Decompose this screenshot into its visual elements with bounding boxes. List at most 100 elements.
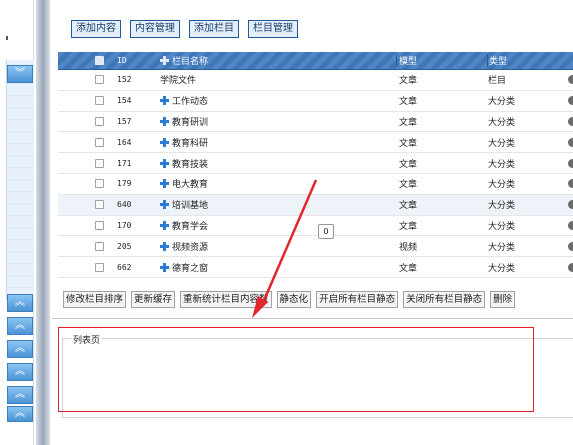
tab-add-column[interactable]: 添加栏目 <box>189 20 239 38</box>
tab-column-manage[interactable]: 栏目管理 <box>248 20 298 38</box>
row-id: 171 <box>117 158 132 168</box>
row-name[interactable]: 培训基地 <box>172 198 208 211</box>
expand-plus-icon[interactable] <box>160 200 169 210</box>
table-row[interactable]: 171 教育技装 文章 大分类 <box>58 153 573 174</box>
chevron-up-icon[interactable]: ︽ <box>7 317 33 335</box>
row-name[interactable]: 学院文件 <box>160 73 196 86</box>
table-row[interactable]: 640 培训基地 文章 大分类 <box>58 194 573 216</box>
nav-menu-row[interactable] <box>7 228 34 240</box>
row-checkbox[interactable] <box>94 137 104 147</box>
row-action-icon[interactable] <box>568 241 573 251</box>
nav-menu-row[interactable] <box>7 240 34 252</box>
row-name[interactable]: 教育研训 <box>172 115 208 128</box>
chevron-up-icon[interactable]: ︽ <box>7 386 33 404</box>
delete-button[interactable]: 删除 <box>490 291 516 308</box>
row-action-icon[interactable] <box>568 137 573 147</box>
expand-plus-icon[interactable] <box>160 262 169 272</box>
section-divider <box>52 318 573 319</box>
chevron-up-icon[interactable]: ︽ <box>7 340 33 358</box>
row-id: 662 <box>117 262 132 272</box>
nav-menu-row[interactable] <box>7 108 34 120</box>
row-action-icon[interactable] <box>568 75 573 85</box>
panel-splitter[interactable] <box>36 0 50 445</box>
nav-menu-row[interactable] <box>7 180 34 192</box>
table-row[interactable]: 170 教育学会 文章 大分类 <box>58 216 573 237</box>
table-row[interactable]: 662 德育之窗 文章 大分类 <box>58 257 573 278</box>
nav-menu-row[interactable] <box>7 120 34 132</box>
row-action-icon[interactable] <box>568 179 573 189</box>
chevron-down-icon[interactable]: ︾ <box>7 65 33 83</box>
row-name[interactable]: 视频资源 <box>172 240 208 253</box>
header-type: 类型 <box>487 54 557 67</box>
row-checkbox[interactable] <box>94 220 104 230</box>
update-cache-button[interactable]: 更新缓存 <box>131 291 176 308</box>
expand-plus-icon[interactable] <box>160 158 169 168</box>
row-checkbox[interactable] <box>94 241 104 251</box>
row-name[interactable]: 教育技装 <box>172 157 208 170</box>
disable-all-static-button[interactable]: 关闭所有栏目静态 <box>403 291 486 308</box>
row-action-icon[interactable] <box>568 116 573 126</box>
nav-menu-row[interactable] <box>7 168 34 180</box>
row-id: 154 <box>117 96 132 106</box>
row-checkbox[interactable] <box>94 200 104 210</box>
table-row[interactable]: 164 教育科研 文章 大分类 <box>58 132 573 154</box>
row-action-icon[interactable] <box>568 262 573 272</box>
floating-counter-badge[interactable]: 0 <box>318 224 334 239</box>
expand-plus-icon[interactable] <box>160 137 169 147</box>
row-id: 640 <box>117 200 132 210</box>
table-row[interactable]: 154 工作动态 文章 大分类 <box>58 91 573 112</box>
table-row[interactable]: 157 教育研训 文章 大分类 <box>58 112 573 133</box>
row-model: 文章 <box>399 201 418 212</box>
chevron-up-icon[interactable]: ︽ <box>7 294 33 312</box>
row-name[interactable]: 工作动态 <box>172 94 208 107</box>
table-row[interactable]: 205 视频资源 视频 大分类 <box>58 236 573 258</box>
nav-menu-row[interactable] <box>7 216 34 228</box>
sort-columns-button[interactable]: 修改栏目排序 <box>63 291 127 308</box>
row-checkbox[interactable] <box>94 262 104 272</box>
nav-menu-row[interactable] <box>7 144 34 156</box>
row-name[interactable]: 德育之窗 <box>172 261 208 274</box>
nav-menu-row[interactable] <box>7 84 34 96</box>
expand-plus-icon[interactable] <box>160 116 169 126</box>
select-all-checkbox[interactable] <box>94 56 104 65</box>
row-name[interactable]: 电大教育 <box>172 177 208 190</box>
row-checkbox[interactable] <box>94 75 104 85</box>
nav-menu-row[interactable] <box>7 204 34 216</box>
nav-menu-row[interactable] <box>7 252 34 264</box>
row-action-icon[interactable] <box>568 158 573 168</box>
expand-plus-icon[interactable] <box>160 241 169 251</box>
row-action-icon[interactable] <box>568 200 573 210</box>
chevron-up-icon[interactable]: ︽ <box>7 363 33 381</box>
row-model: 文章 <box>399 117 418 128</box>
row-checkbox[interactable] <box>94 158 104 168</box>
recount-content-button[interactable]: 重新统计栏目内容数 <box>180 291 272 308</box>
tab-add-content[interactable]: 添加内容 <box>71 20 121 38</box>
static-button[interactable]: 静态化 <box>276 291 312 308</box>
nav-menu-row[interactable] <box>7 156 34 168</box>
nav-menu-column <box>6 60 34 300</box>
expand-plus-icon[interactable] <box>160 96 169 106</box>
chevron-up-icon[interactable]: ︽ <box>7 406 33 422</box>
tab-content-manage[interactable]: 内容管理 <box>130 20 180 38</box>
row-action-icon[interactable] <box>568 96 573 106</box>
nav-menu-row[interactable] <box>7 192 34 204</box>
action-toolbar: 修改栏目排序 更新缓存 重新统计栏目内容数 静态化 开启所有栏目静态 关闭所有栏… <box>63 291 516 308</box>
table-row[interactable]: 152 学院文件 文章 栏目 <box>58 70 573 91</box>
nav-menu-row[interactable] <box>7 276 34 288</box>
table-row[interactable]: 179 电大教育 文章 大分类 <box>58 174 573 195</box>
expand-plus-icon[interactable] <box>160 220 169 230</box>
row-checkbox[interactable] <box>94 179 104 189</box>
row-id: 205 <box>117 241 132 251</box>
enable-all-static-button[interactable]: 开启所有栏目静态 <box>316 291 399 308</box>
row-name[interactable]: 教育科研 <box>172 136 208 149</box>
header-model: 模型 <box>396 54 487 67</box>
nav-menu-row[interactable] <box>7 96 34 108</box>
row-checkbox[interactable] <box>94 116 104 126</box>
row-action-icon[interactable] <box>568 220 573 230</box>
row-checkbox[interactable] <box>94 96 104 106</box>
row-name[interactable]: 教育学会 <box>172 219 208 232</box>
annotation-highlight-box <box>58 327 534 412</box>
nav-menu-row[interactable] <box>7 264 34 276</box>
expand-plus-icon[interactable] <box>160 179 169 189</box>
nav-menu-row[interactable] <box>7 132 34 144</box>
